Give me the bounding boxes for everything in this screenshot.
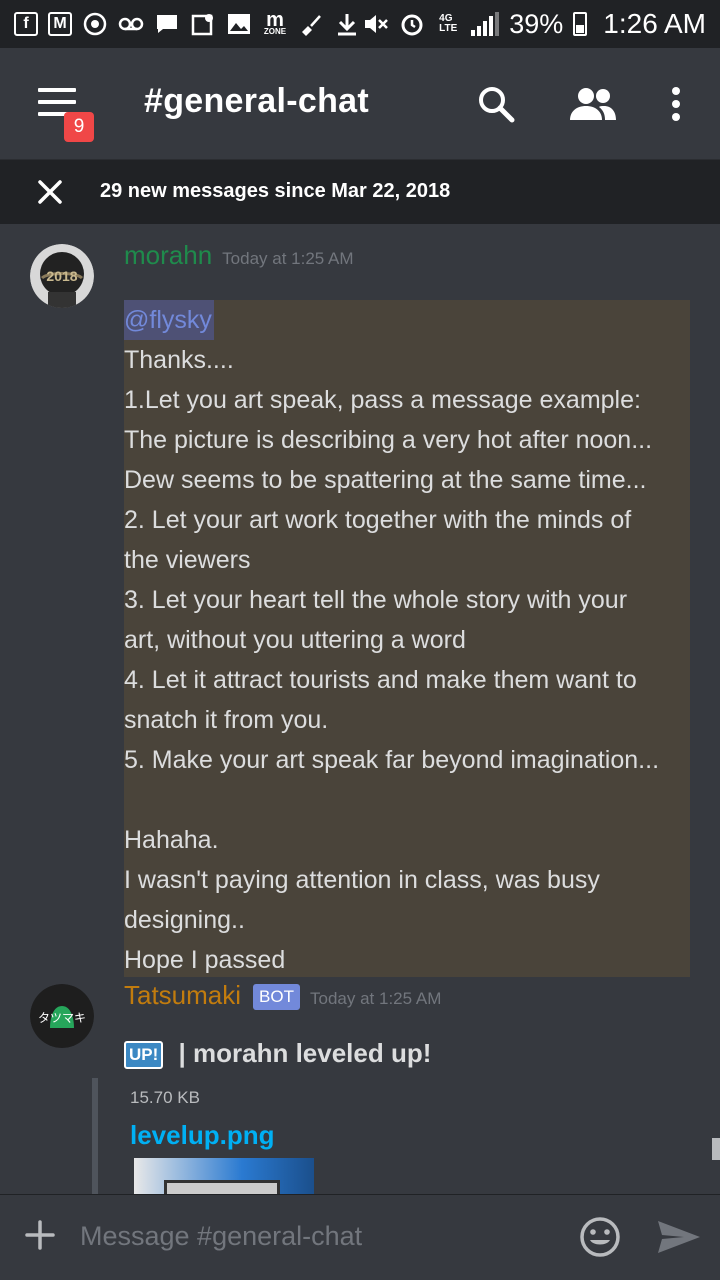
facebook-icon: f	[14, 12, 38, 36]
message-input[interactable]: Message #general-chat	[80, 1221, 362, 1252]
app-header: 9 #general-chat	[0, 48, 720, 160]
battery-percent: 39%	[509, 8, 564, 39]
attachment-link[interactable]: levelup.png	[130, 1120, 274, 1151]
message-header: morahn Today at 1:25 AM	[124, 240, 354, 271]
zone-icon: m ZONE	[263, 9, 287, 36]
message-item: タツマキ Tatsumaki BOT Today at 1:25 AM UP! | …	[0, 980, 720, 1194]
attachment-thumbnail[interactable]	[134, 1158, 314, 1194]
close-icon	[38, 180, 62, 204]
plus-icon	[25, 1220, 55, 1250]
search-button[interactable]	[474, 82, 518, 126]
message-line: 2. Let your art work together with the m…	[124, 506, 632, 534]
author-name[interactable]: Tatsumaki	[124, 980, 241, 1010]
smiley-icon	[580, 1217, 620, 1257]
voicemail-icon	[118, 11, 144, 37]
message-line: the viewers	[124, 546, 251, 574]
message-line: I wasn't paying attention in class, was …	[124, 866, 600, 894]
channel-title: #general-chat	[144, 82, 369, 120]
download-icon	[334, 11, 360, 37]
message-line: snatch it from you.	[124, 706, 329, 734]
avatar[interactable]: タツマキ	[30, 984, 94, 1048]
members-icon	[570, 88, 616, 120]
clock: 1:26 AM	[603, 8, 706, 39]
more-options-button[interactable]	[654, 82, 698, 126]
clean-icon	[298, 11, 324, 37]
new-messages-text: 29 new messages since Mar 22, 2018	[100, 180, 451, 202]
user-mention[interactable]: @flysky	[124, 300, 214, 340]
levelup-text: | morahn leveled up!	[178, 1038, 432, 1068]
attachment-embed: 15.70 KB levelup.png	[92, 1078, 702, 1194]
message-line: 5. Make your art speak far beyond imagin…	[124, 746, 660, 774]
bot-badge: BOT	[253, 984, 300, 1011]
maps-icon	[190, 11, 216, 37]
message-line: Thanks....	[124, 346, 234, 374]
message-body: @flysky Thanks.... 1.Let you art speak, …	[124, 300, 694, 980]
add-attachment-button[interactable]	[24, 1219, 56, 1251]
gmail-icon: M	[48, 12, 72, 36]
emoji-button[interactable]	[578, 1215, 622, 1259]
more-vertical-icon	[672, 87, 680, 121]
file-size: 15.70 KB	[130, 1088, 200, 1107]
avatar-text: 2018	[46, 268, 77, 284]
menu-icon-line	[38, 88, 76, 92]
gallery-icon	[226, 11, 252, 37]
signal-icon	[471, 12, 500, 36]
message-line: Hope I passed	[124, 946, 286, 974]
timestamp: Today at 1:25 AM	[310, 989, 442, 1008]
message-line: The picture is describing a very hot aft…	[124, 426, 653, 454]
message-body: UP! | morahn leveled up!	[124, 1038, 432, 1070]
search-icon	[479, 87, 515, 123]
message-line: 1.Let you art speak, pass a message exam…	[124, 386, 641, 414]
unread-badge: 9	[64, 112, 94, 142]
up-emoji-icon: UP!	[124, 1041, 164, 1070]
message-line: Hahaha.	[124, 826, 219, 854]
message-input-bar: Message #general-chat	[0, 1194, 720, 1280]
close-banner-button[interactable]	[36, 178, 64, 206]
menu-icon-line	[38, 100, 76, 104]
status-bar: f M m ZONE 4G LTE 39% 1:26 AM	[0, 0, 720, 48]
avatar[interactable]: 2018	[30, 244, 94, 308]
timestamp: Today at 1:25 AM	[222, 249, 354, 268]
new-messages-banner[interactable]: 29 new messages since Mar 22, 2018	[0, 160, 720, 224]
message-line: Dew seems to be spattering at the same t…	[124, 466, 647, 494]
send-icon	[658, 1221, 700, 1253]
author-name[interactable]: morahn	[124, 240, 212, 270]
message-list[interactable]: 2018 morahn Today at 1:25 AM @flysky Than…	[0, 224, 720, 1194]
lte-icon: 4G LTE	[439, 13, 458, 34]
message-line: 3. Let your heart tell the whole story w…	[124, 586, 628, 614]
members-button[interactable]	[568, 82, 618, 126]
battery-icon	[573, 12, 588, 36]
message-icon	[154, 11, 180, 37]
message-line: art, without you uttering a word	[124, 626, 466, 654]
scrollbar[interactable]	[712, 1138, 720, 1160]
chrome-icon	[82, 11, 108, 37]
message-item: 2018 morahn Today at 1:25 AM @flysky Than…	[0, 240, 720, 977]
message-line	[124, 780, 694, 820]
alarm-icon	[399, 11, 425, 37]
message-header: Tatsumaki BOT Today at 1:25 AM	[124, 980, 441, 1011]
mute-icon	[363, 11, 389, 37]
message-line: designing..	[124, 906, 245, 934]
message-line: 4. Let it attract tourists and make them…	[124, 666, 637, 694]
avatar-text: タツマキ	[38, 1011, 86, 1025]
send-button[interactable]	[656, 1219, 702, 1255]
